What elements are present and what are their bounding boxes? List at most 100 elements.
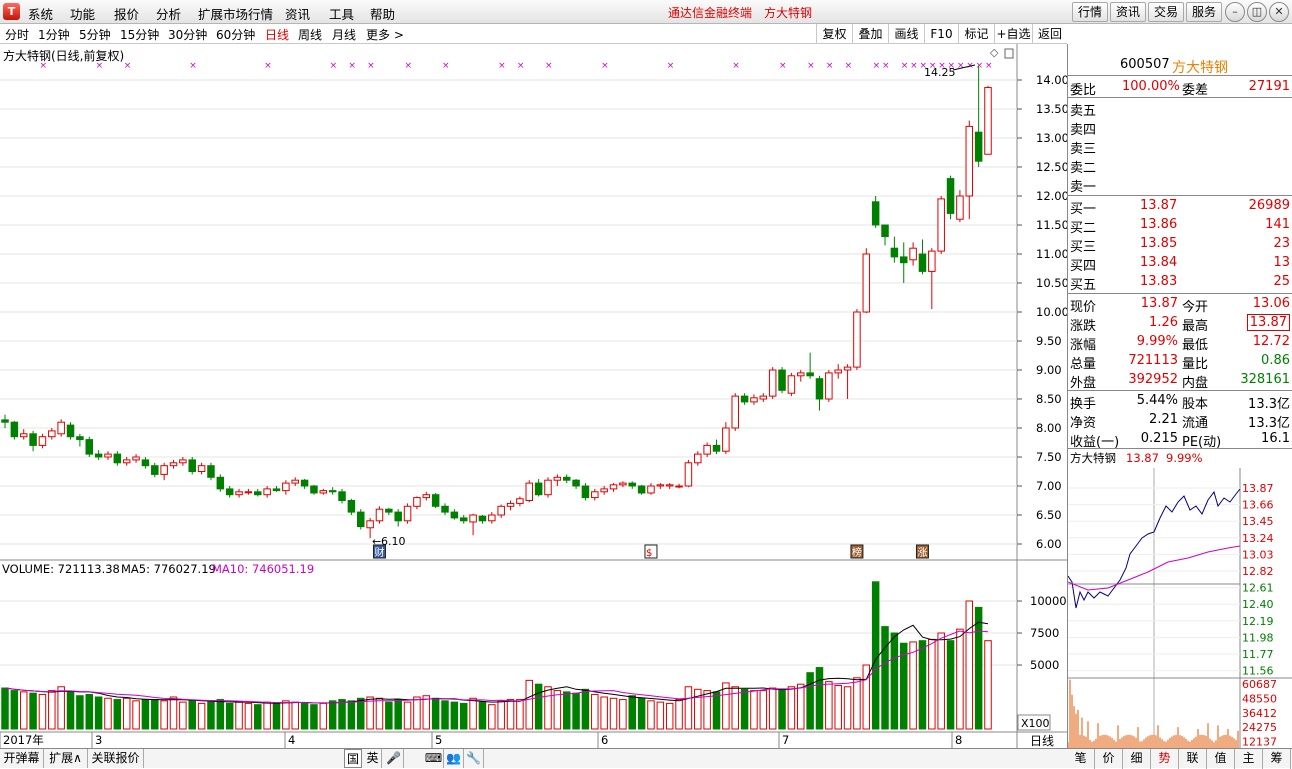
candle-body: [918, 253, 927, 272]
draw-line-button[interactable]: 画线: [888, 24, 924, 44]
date-label: 5: [435, 733, 442, 747]
volume-bar: [506, 699, 515, 730]
buy-level-volume: 141: [1265, 217, 1290, 232]
minimize-icon[interactable]: –: [1225, 2, 1245, 22]
candles: [1, 65, 992, 539]
panel-row: 卖二: [1068, 156, 1292, 176]
menu-analysis[interactable]: 分析: [156, 4, 181, 23]
kline-chart[interactable]: 14.00 13.50 13.00 12.50 12.00 11.50 11.00 10.50…: [0, 44, 1067, 748]
event-flag[interactable]: 涨: [915, 544, 929, 559]
tab-monthly[interactable]: 月线: [332, 26, 356, 43]
panel-tab-5[interactable]: 值: [1207, 749, 1235, 769]
back-button[interactable]: 返回: [1032, 24, 1067, 44]
adjust-button[interactable]: 复权: [816, 24, 852, 44]
menu-tools[interactable]: 工具: [329, 4, 354, 23]
service-button[interactable]: 服务: [1186, 2, 1222, 22]
candle-body: [619, 482, 627, 486]
tab-15min[interactable]: 15分钟: [120, 26, 159, 43]
menu-extended-market[interactable]: 扩展市场行情: [198, 4, 273, 23]
panel-tab-0[interactable]: 笔: [1067, 749, 1095, 769]
guo-icon[interactable]: 国: [344, 749, 362, 768]
users-icon[interactable]: 👥: [444, 749, 464, 768]
candle-body: [328, 490, 337, 493]
volume-bar: [375, 697, 384, 730]
panel-toggle-icon[interactable]: [1004, 48, 1014, 59]
trade-button[interactable]: 交易: [1148, 2, 1184, 22]
volume-bar: [29, 692, 37, 730]
candle: [956, 190, 964, 223]
expand-icon[interactable]: ◇: [990, 46, 999, 59]
tab-timeshare[interactable]: 分时: [5, 26, 29, 43]
signal-marker: ×: [264, 61, 272, 71]
candle-body: [478, 515, 487, 522]
panel-tab-6[interactable]: 主: [1235, 749, 1263, 769]
stat-label: 外盘: [1070, 376, 1097, 391]
volume-bar: [562, 691, 571, 730]
keyboard-icon[interactable]: ⌨: [424, 749, 444, 768]
extend-button[interactable]: 扩展∧: [44, 749, 88, 768]
menu-news[interactable]: 资讯: [285, 4, 310, 23]
overlay-button[interactable]: 叠加: [852, 24, 888, 44]
candle: [160, 462, 168, 481]
sell-level-label: 卖二: [1070, 161, 1097, 176]
volume-tick-label: 7500: [1030, 626, 1059, 640]
candle: [385, 508, 393, 515]
tab-5min[interactable]: 5分钟: [79, 26, 111, 43]
signal-marker: ×: [348, 61, 356, 71]
menu-system[interactable]: 系统: [28, 4, 53, 23]
candle: [497, 504, 505, 518]
tab-weekly[interactable]: 周线: [298, 26, 322, 43]
candle: [853, 309, 861, 370]
english-icon[interactable]: 英: [364, 749, 382, 768]
panel-tab-1[interactable]: 价: [1095, 749, 1123, 769]
app-logo-icon[interactable]: T: [3, 3, 20, 20]
add-favorite-button[interactable]: +自选: [994, 24, 1032, 44]
menu-quote[interactable]: 报价: [114, 4, 139, 23]
candle: [263, 486, 271, 498]
buy-level-price: 13.84: [1140, 255, 1178, 270]
event-flag[interactable]: $: [644, 544, 658, 559]
mic-icon[interactable]: 🎤: [384, 749, 404, 768]
stat-label: 换手: [1070, 397, 1097, 412]
menu-function[interactable]: 功能: [70, 4, 95, 23]
panel-tab-3[interactable]: 势: [1151, 749, 1179, 769]
tab-more[interactable]: 更多 >: [366, 26, 404, 43]
volume-bar: [263, 701, 271, 730]
event-flag[interactable]: 榜: [850, 544, 864, 559]
candle: [29, 430, 37, 452]
panel-row: 总量 721113 量比 0.86: [1068, 352, 1292, 372]
danmaku-button[interactable]: 开弹幕: [0, 749, 44, 768]
volume-tick-label: 10000: [1030, 594, 1067, 608]
related-quote-button[interactable]: 关联报价: [88, 749, 144, 768]
volume-bar: [403, 701, 412, 730]
tab-30min[interactable]: 30分钟: [168, 26, 207, 43]
tab-daily[interactable]: 日线: [265, 26, 289, 43]
buy-level-label: 买二: [1070, 221, 1097, 236]
candle-body: [890, 247, 899, 258]
candle: [272, 486, 281, 492]
signal-marker: ×: [873, 61, 881, 71]
candle-body: [48, 430, 56, 438]
panel-tab-4[interactable]: 联: [1179, 749, 1207, 769]
tab-1min[interactable]: 1分钟: [38, 26, 70, 43]
panel-tab-2[interactable]: 细: [1123, 749, 1151, 769]
stat-value: 13.3亿: [1248, 397, 1290, 412]
weicha-label: 委差: [1182, 83, 1209, 98]
tab-60min[interactable]: 60分钟: [216, 26, 255, 43]
close-icon[interactable]: ✕: [1269, 2, 1289, 22]
candle-body: [722, 427, 730, 452]
stat-label: 最低: [1182, 338, 1209, 353]
quote-button[interactable]: 行情: [1072, 2, 1108, 22]
menu-help[interactable]: 帮助: [370, 4, 395, 23]
restore-icon[interactable]: ◫: [1247, 2, 1267, 22]
intraday-mini-chart[interactable]: 方大特钢 13.87 9.99% 13.87 13.66 13.45 13.24 13.03 1…: [1068, 448, 1292, 748]
volume-bar: [197, 702, 206, 730]
news-button[interactable]: 资讯: [1110, 2, 1146, 22]
wrench-icon[interactable]: 🔧: [464, 749, 484, 768]
f10-button[interactable]: F10: [924, 24, 958, 44]
mark-button[interactable]: 标记: [958, 24, 994, 44]
candle-body: [834, 369, 842, 374]
panel-tab-7[interactable]: 筹: [1263, 749, 1291, 769]
candle-body: [516, 498, 524, 504]
sell-level-label: 卖五: [1070, 104, 1097, 119]
